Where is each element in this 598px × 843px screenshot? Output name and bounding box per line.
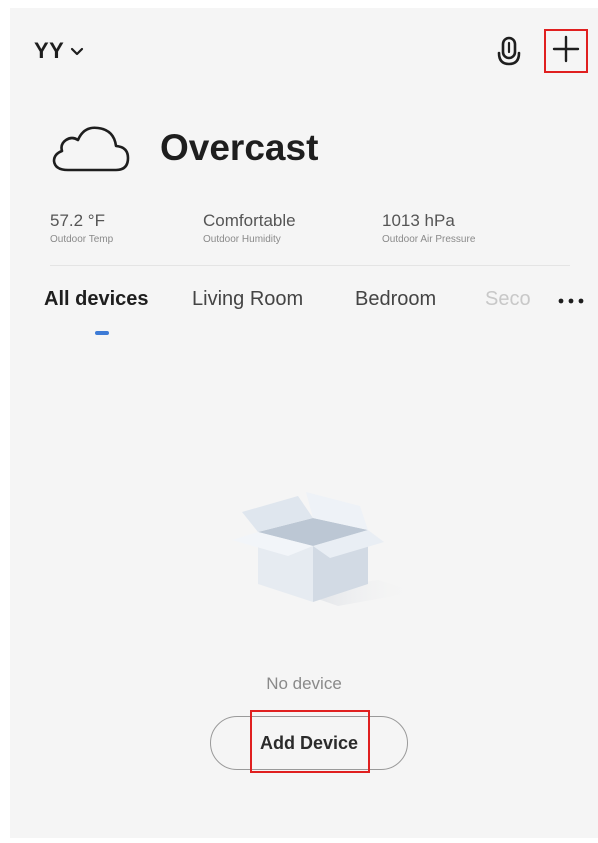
chevron-down-icon — [70, 44, 84, 58]
stat-value: Comfortable — [203, 211, 296, 230]
home-selector[interactable]: YY — [34, 38, 84, 64]
active-tab-indicator — [95, 331, 109, 335]
stat-value: 57.2 °F — [50, 211, 105, 230]
empty-message: No device — [266, 674, 342, 693]
cloud-icon — [50, 118, 132, 178]
stat-value: 1013 hPa — [382, 211, 455, 230]
app-screen: YY Overcast 57.2 °F Outdoor Temp Comfort… — [10, 8, 598, 838]
stat-label: Outdoor Temp — [50, 234, 114, 245]
room-tabs: All devices Living Room Bedroom Seco — [44, 288, 594, 338]
header: YY — [10, 8, 598, 88]
home-name: YY — [34, 38, 65, 63]
plus-icon — [552, 35, 580, 68]
stat-pressure: 1013 hPa Outdoor Air Pressure — [382, 211, 475, 245]
tab-living-room[interactable]: Living Room — [192, 288, 303, 311]
add-button[interactable] — [544, 29, 588, 73]
stat-temperature: 57.2 °F Outdoor Temp — [50, 211, 113, 245]
stat-label: Outdoor Air Pressure — [382, 234, 476, 245]
add-device-button[interactable] — [210, 716, 408, 770]
tab-seco[interactable]: Seco — [485, 288, 531, 311]
tab-all-devices[interactable]: All devices — [44, 288, 149, 311]
more-icon[interactable] — [556, 291, 586, 311]
weather-stats: 57.2 °F Outdoor Temp Comfortable Outdoor… — [50, 211, 570, 266]
microphone-icon[interactable] — [494, 36, 524, 70]
weather-summary: Overcast — [50, 118, 318, 178]
stat-humidity: Comfortable Outdoor Humidity — [203, 211, 296, 245]
tab-bedroom[interactable]: Bedroom — [355, 288, 436, 311]
weather-condition: Overcast — [160, 127, 319, 168]
empty-box-icon — [228, 484, 418, 614]
stat-label: Outdoor Humidity — [203, 234, 281, 245]
